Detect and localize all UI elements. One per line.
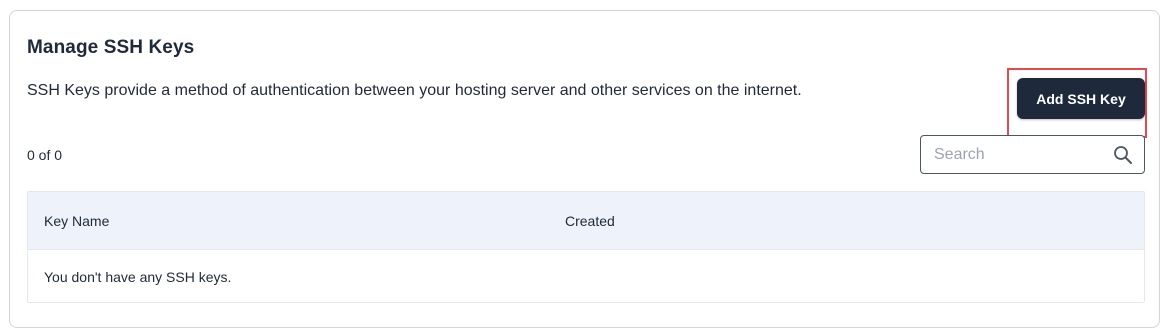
- search-field[interactable]: [920, 135, 1145, 174]
- add-ssh-key-button[interactable]: Add SSH Key: [1017, 78, 1145, 119]
- page-title: Manage SSH Keys: [27, 37, 195, 58]
- column-header-key-name[interactable]: Key Name: [44, 213, 109, 229]
- ssh-keys-card: Manage SSH Keys SSH Keys provide a metho…: [9, 10, 1160, 328]
- table-header: Key Name Created: [28, 192, 1144, 250]
- search-input[interactable]: [921, 136, 1101, 173]
- column-header-created[interactable]: Created: [565, 213, 615, 229]
- result-count: 0 of 0: [27, 147, 63, 163]
- search-icon[interactable]: [1113, 145, 1133, 165]
- ssh-keys-table: Key Name Created You don't have any SSH …: [27, 191, 1145, 303]
- empty-table-message: You don't have any SSH keys.: [44, 269, 232, 285]
- section-description: SSH Keys provide a method of authenticat…: [27, 82, 802, 99]
